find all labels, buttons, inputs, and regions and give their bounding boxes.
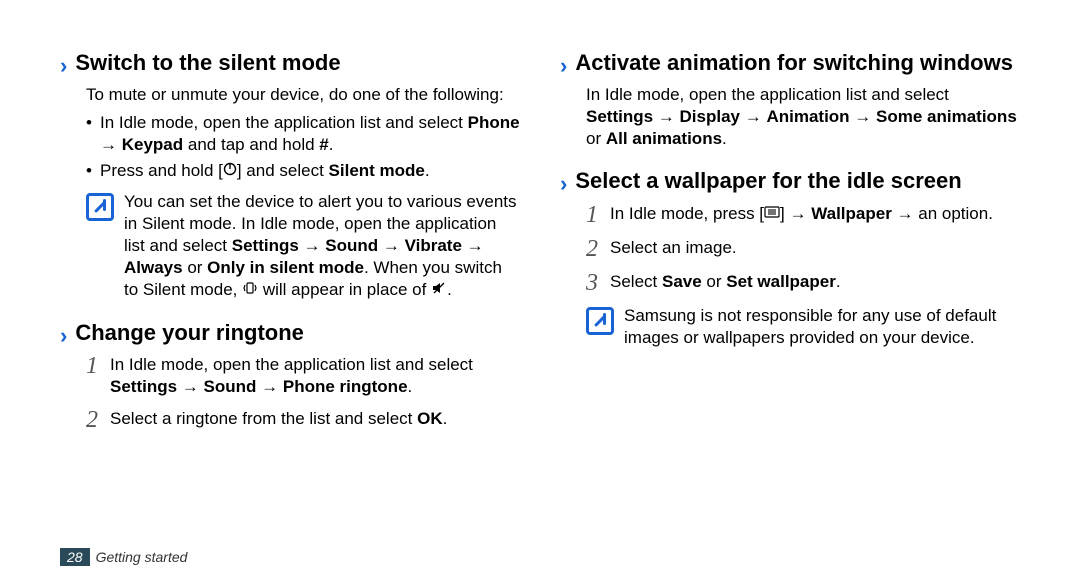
vibrate-icon <box>242 279 258 301</box>
chevron-right-icon: › <box>60 320 67 348</box>
chevron-right-icon: › <box>560 50 567 78</box>
ringtone-step-1: 1 In Idle mode, open the application lis… <box>86 354 520 398</box>
note-silent: You can set the device to alert you to v… <box>86 191 520 302</box>
ringtone-steps: 1 In Idle mode, open the application lis… <box>86 354 520 432</box>
page-footer: 28 Getting started <box>60 548 187 566</box>
note-wallpaper-text: Samsung is not responsible for any use o… <box>624 305 1020 349</box>
silent-bullets: In Idle mode, open the application list … <box>86 112 520 183</box>
step-number: 1 <box>86 354 110 378</box>
menu-icon <box>764 202 780 224</box>
step-number: 1 <box>586 203 610 227</box>
section-animation: › Activate animation for switching windo… <box>560 50 1020 150</box>
wallpaper-steps: 1 In Idle mode, press [] → Wallpaper → a… <box>586 203 1020 295</box>
mute-icon <box>431 279 447 301</box>
heading-animation: Activate animation for switching windows <box>575 50 1013 76</box>
heading-ringtone: Change your ringtone <box>75 320 304 346</box>
note-silent-text: You can set the device to alert you to v… <box>124 191 520 302</box>
wallpaper-step-3: 3 Select Save or Set wallpaper. <box>586 271 1020 295</box>
bullet-phone-keypad: In Idle mode, open the application list … <box>86 112 520 156</box>
left-column: › Switch to the silent mode To mute or u… <box>60 50 520 450</box>
wallpaper-step-2: 2 Select an image. <box>586 237 1020 261</box>
section-wallpaper: › Select a wallpaper for the idle screen… <box>560 168 1020 348</box>
chevron-right-icon: › <box>560 168 567 196</box>
right-column: › Activate animation for switching windo… <box>560 50 1020 450</box>
section-silent-mode: › Switch to the silent mode To mute or u… <box>60 50 520 302</box>
section-ringtone: › Change your ringtone 1 In Idle mode, o… <box>60 320 520 432</box>
note-icon <box>586 307 614 335</box>
step-number: 3 <box>586 271 610 295</box>
step-number: 2 <box>86 408 110 432</box>
heading-silent-mode: Switch to the silent mode <box>75 50 340 76</box>
step-number: 2 <box>586 237 610 261</box>
note-wallpaper: Samsung is not responsible for any use o… <box>586 305 1020 349</box>
power-icon <box>223 160 237 182</box>
ringtone-step-2: 2 Select a ringtone from the list and se… <box>86 408 520 432</box>
content-columns: › Switch to the silent mode To mute or u… <box>60 50 1020 450</box>
page-number: 28 <box>60 548 90 566</box>
note-icon <box>86 193 114 221</box>
chevron-right-icon: › <box>60 50 67 78</box>
chapter-name: Getting started <box>96 549 188 565</box>
heading-wallpaper: Select a wallpaper for the idle screen <box>575 168 961 194</box>
bullet-press-hold: Press and hold [] and select Silent mode… <box>86 160 520 183</box>
wallpaper-step-1: 1 In Idle mode, press [] → Wallpaper → a… <box>586 203 1020 227</box>
animation-para: In Idle mode, open the application list … <box>586 84 1020 150</box>
silent-intro: To mute or unmute your device, do one of… <box>86 84 520 106</box>
